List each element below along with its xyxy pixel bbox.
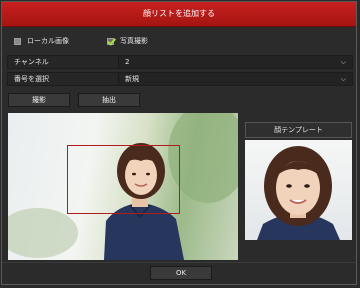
number-select[interactable]: 新規 <box>118 73 352 85</box>
dialog-title: 顔リストを追加する <box>143 9 215 18</box>
add-face-list-dialog: 顔リストを追加する ✕ ローカル画像 写真撮影 チャンネル 2 ⌵ 番号を選択 … <box>1 1 357 285</box>
face-selection-box[interactable] <box>67 145 180 214</box>
footer-divider <box>2 262 356 263</box>
dialog-titlebar: 顔リストを追加する ✕ <box>2 2 356 27</box>
template-face-photo <box>257 146 340 240</box>
channel-label: チャンネル <box>14 58 49 66</box>
channel-select[interactable]: 2 <box>118 56 352 68</box>
photo-capture-checkbox[interactable] <box>107 37 114 45</box>
ok-button[interactable]: OK <box>150 266 212 280</box>
local-image-label: ローカル画像 <box>27 37 69 45</box>
number-label: 番号を選択 <box>14 75 49 83</box>
photo-capture-label: 写真撮影 <box>120 37 148 45</box>
chevron-down-icon[interactable]: ⌵ <box>341 73 346 85</box>
photo-capture-option[interactable]: 写真撮影 <box>107 35 148 47</box>
capture-button[interactable]: 撮影 <box>8 93 70 107</box>
chevron-down-icon[interactable]: ⌵ <box>341 56 346 68</box>
face-template-label: 顔テンプレート <box>245 122 352 138</box>
channel-row: チャンネル 2 ⌵ <box>7 55 353 69</box>
camera-preview-image <box>8 113 238 260</box>
face-template-image <box>245 140 352 240</box>
extract-button[interactable]: 抽出 <box>78 93 140 107</box>
number-row: 番号を選択 新規 ⌵ <box>7 72 353 86</box>
local-image-option[interactable]: ローカル画像 <box>14 35 69 47</box>
number-value: 新規 <box>125 75 139 83</box>
local-image-checkbox[interactable] <box>14 37 21 45</box>
channel-value: 2 <box>125 58 130 66</box>
